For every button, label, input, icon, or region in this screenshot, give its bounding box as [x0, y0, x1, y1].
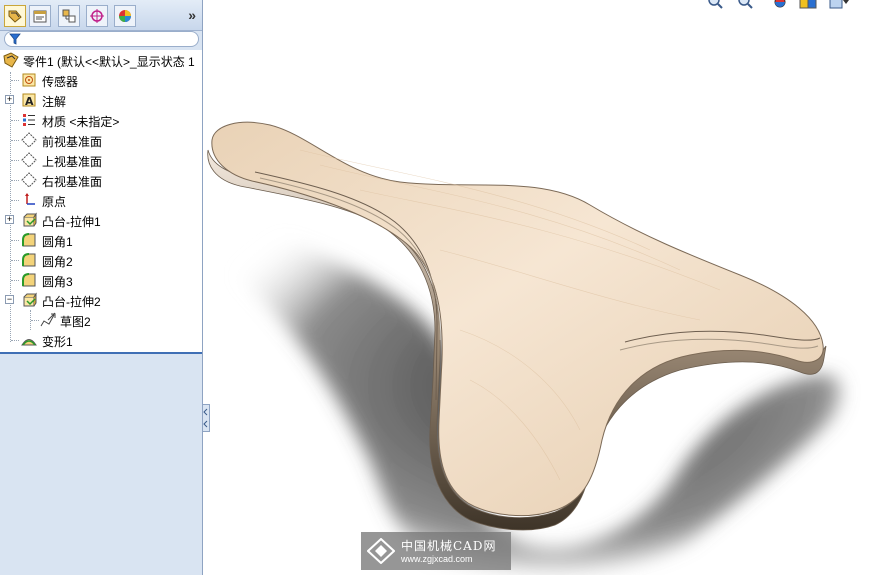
tree-item-boss-extrude1[interactable]: + 凸台-拉伸1 — [0, 210, 202, 230]
display-manager-tab[interactable] — [114, 5, 136, 27]
expand-toggle[interactable]: + — [5, 215, 14, 224]
collapse-toggle[interactable]: − — [5, 295, 14, 304]
flex-icon — [21, 339, 37, 346]
appearance-icon — [119, 10, 131, 22]
tree-item-front-plane[interactable]: 前视基准面 — [0, 130, 202, 150]
tree-item-flex1[interactable]: 变形1 — [0, 330, 202, 350]
tree-item-fillet3[interactable]: 圆角3 — [0, 270, 202, 290]
extrude-icon — [23, 292, 37, 307]
tree-item-material[interactable]: 材质 <未指定> — [0, 110, 202, 130]
tree-item-label: 材质 <未指定> — [42, 115, 120, 129]
tree-item-annotations[interactable]: + A 注解 — [0, 90, 202, 110]
site-watermark: 中国机械CAD网 www.zgjxcad.com — [361, 532, 511, 570]
watermark-title: 中国机械CAD网 — [401, 539, 497, 553]
origin-icon — [25, 193, 35, 205]
plane-icon — [21, 132, 37, 148]
plane-icon — [21, 152, 37, 168]
dimxpert-tab[interactable] — [86, 5, 108, 27]
tree-item-label: 草图2 — [60, 315, 91, 329]
tree-item-sensors[interactable]: 传感器 — [0, 70, 202, 90]
watermark-url: www.zgjxcad.com — [401, 554, 473, 564]
part-icon — [3, 52, 19, 68]
propertymanager-tab[interactable] — [29, 5, 51, 27]
feature-tree-icon — [8, 10, 22, 23]
tree-item-label: 注解 — [42, 95, 67, 109]
tree-item-label: 圆角3 — [42, 275, 73, 289]
tree-root-label: 零件1 (默认<<默认>_显示状态 1 — [23, 55, 195, 69]
tree-item-label: 圆角2 — [42, 255, 73, 269]
svg-text:A: A — [25, 95, 34, 108]
tree-item-label: 圆角1 — [42, 235, 73, 249]
tree-item-label: 变形1 — [42, 335, 73, 349]
tree-item-label: 上视基准面 — [42, 155, 103, 169]
fillet-icon — [22, 273, 36, 287]
tree-item-boss-extrude2[interactable]: − 凸台-拉伸2 — [0, 290, 202, 310]
tree-item-label: 原点 — [42, 195, 67, 209]
more-tabs-chevron[interactable]: » — [188, 7, 196, 23]
feature-manager-panel: » 零件1 (默认<<默认>_显示状态 1 传感器 + A 注解 材质 <未指定… — [0, 0, 203, 575]
tree-item-label: 传感器 — [42, 75, 79, 89]
tree-item-fillet2[interactable]: 圆角2 — [0, 250, 202, 270]
tree-item-top-plane[interactable]: 上视基准面 — [0, 150, 202, 170]
extrude-icon — [23, 212, 37, 227]
fillet-icon — [22, 253, 36, 267]
configuration-icon — [62, 9, 76, 23]
model-render — [207, 121, 841, 572]
watermark-logo-icon — [367, 538, 395, 564]
fillet-icon — [22, 233, 36, 247]
tree-item-sketch2[interactable]: 草图2 — [0, 310, 202, 330]
tree-item-label: 凸台-拉伸2 — [42, 295, 101, 309]
sketch-icon — [40, 312, 56, 327]
property-manager-icon — [33, 10, 47, 23]
tree-item-origin[interactable]: 原点 — [0, 190, 202, 210]
tree-filter-field[interactable] — [4, 31, 199, 47]
sensor-icon — [22, 73, 36, 87]
panel-tab-bar: » — [0, 0, 202, 31]
tree-item-label: 右视基准面 — [42, 175, 103, 189]
tree-item-label: 凸台-拉伸1 — [42, 215, 101, 229]
tree-item-fillet1[interactable]: 圆角1 — [0, 230, 202, 250]
tree-root-part[interactable]: 零件1 (默认<<默认>_显示状态 1 — [0, 50, 202, 70]
filter-icon — [9, 33, 21, 45]
plane-icon — [21, 172, 37, 188]
configurationmanager-tab[interactable] — [58, 5, 80, 27]
material-icon — [23, 114, 35, 126]
tree-item-label: 前视基准面 — [42, 135, 103, 149]
expand-toggle[interactable]: + — [5, 95, 14, 104]
feature-tree: 零件1 (默认<<默认>_显示状态 1 传感器 + A 注解 材质 <未指定> … — [0, 50, 202, 354]
dimxpert-icon — [90, 9, 104, 23]
featuremanager-tab[interactable] — [4, 5, 26, 27]
tree-item-right-plane[interactable]: 右视基准面 — [0, 170, 202, 190]
graphics-viewport[interactable] — [203, 0, 873, 575]
annotation-icon: A — [22, 93, 36, 108]
